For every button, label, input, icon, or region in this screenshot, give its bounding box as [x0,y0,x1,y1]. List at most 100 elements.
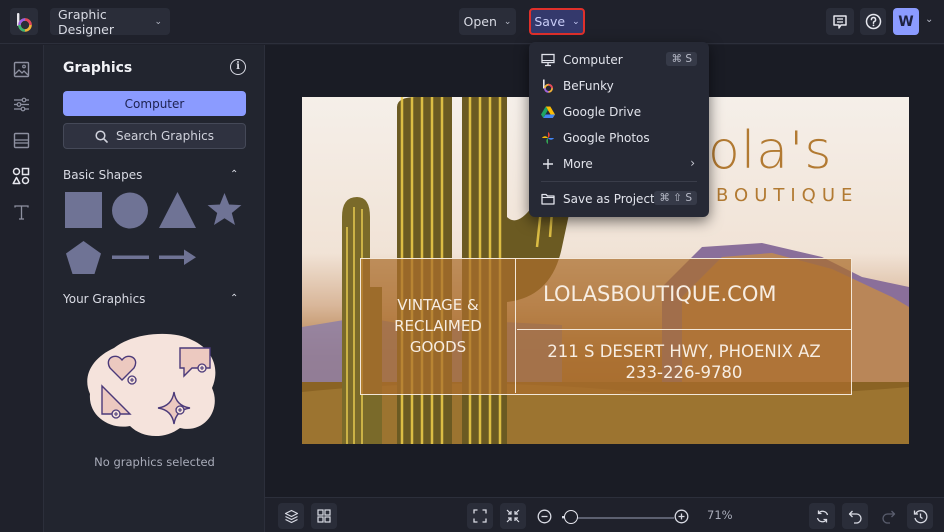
text-icon [13,204,29,220]
menu-item-label: Save as Project [563,192,655,206]
open-button[interactable]: Open ⌄ [459,8,516,35]
save-button[interactable]: Save ⌄ [529,8,585,35]
rail-item-customize[interactable] [10,93,32,115]
shape-pentagon[interactable] [65,240,102,276]
actual-size-button[interactable] [500,503,526,529]
shape-arrow[interactable] [159,248,196,266]
menu-item-label: Computer [563,53,623,67]
phone-text: 233-226-9780 [625,363,743,382]
menu-item-google-drive[interactable]: Google Drive [529,99,709,125]
sync-button[interactable] [809,503,835,529]
befunky-logo-icon [17,12,32,32]
address-text: 211 S DESERT HWY, PHOENIX AZ [547,342,821,361]
search-icon [95,129,108,143]
plus-icon [541,157,555,171]
chevron-down-icon: ⌄ [154,16,162,27]
fit-to-screen-button[interactable] [467,503,493,529]
upload-from-computer-button[interactable]: Computer [63,91,246,116]
avatar-initial: W [898,13,914,30]
menu-item-save-as-project[interactable]: Save as Project ⌘ ⇧ S [529,186,709,212]
brand-subtitle: BOUTIQUE [716,185,859,206]
history-button[interactable] [907,503,933,529]
expand-icon [473,509,487,523]
redo-button[interactable] [875,503,901,529]
project-type-dropdown[interactable]: Graphic Designer ⌄ [50,6,170,37]
monitor-icon [541,53,555,67]
project-type-label: Graphic Designer [58,6,114,37]
layout-icon [13,132,29,148]
befunky-icon [541,79,555,93]
open-label: Open [463,14,497,29]
tagline-line: RECLAIMED [394,316,482,335]
shortcut-badge: ⌘ S [666,52,697,66]
google-drive-icon [541,105,555,119]
undo-button[interactable] [842,503,868,529]
help-button[interactable] [860,8,886,35]
top-bar: Graphic Designer ⌄ Open ⌄ Save ⌄ W ⌄ [0,0,944,44]
menu-item-more[interactable]: More › [529,151,709,177]
search-graphics-label: Search Graphics [115,129,215,143]
graphics-panel: Graphics i Computer Search Graphics Basi… [44,45,265,532]
menu-item-computer[interactable]: Computer ⌘ S [529,47,709,73]
grid-icon [317,509,331,523]
undo-icon [848,510,862,524]
menu-item-label: Google Drive [563,105,642,119]
comment-button[interactable] [826,8,854,35]
user-avatar[interactable]: W [893,8,919,35]
app-logo-button[interactable] [10,8,38,35]
google-photos-icon [541,131,555,145]
shape-line[interactable] [112,250,149,264]
zoom-out-icon[interactable] [537,509,552,524]
layers-button[interactable] [278,503,304,529]
info-card: VINTAGE & RECLAIMED GOODS LOLASBOUTIQUE.… [360,258,852,395]
sliders-icon [13,97,29,111]
chevron-down-icon: ⌄ [572,16,580,27]
comment-icon [833,14,847,29]
empty-graphics-illustration [87,333,216,437]
info-icon[interactable]: i [230,59,246,75]
contact-block: 211 S DESERT HWY, PHOENIX AZ 233-226-978… [517,331,851,393]
help-icon [865,13,881,30]
zoom-slider-thumb[interactable] [563,510,578,524]
menu-item-label: Google Photos [563,131,650,145]
tagline-line: GOODS [409,337,467,356]
website-text: LOLASBOUTIQUE.COM [517,259,851,330]
your-graphics-heading: Your Graphics [63,292,146,306]
refresh-icon [816,510,828,522]
shrink-icon [506,509,520,523]
basic-shapes-heading: Basic Shapes [63,168,143,182]
bottom-toolbar: 71% [265,497,944,532]
zoom-in-icon[interactable] [674,509,689,524]
layers-icon [284,509,298,523]
menu-divider [541,181,697,182]
no-graphics-message: No graphics selected [94,455,215,469]
rail-item-image-manager[interactable] [10,58,32,80]
collapse-basic-shapes-icon[interactable]: ⌃ [230,169,238,180]
save-label: Save [534,14,566,29]
rail-item-layouts[interactable] [10,129,32,151]
grid-button[interactable] [311,503,337,529]
rail-item-graphics[interactable] [10,165,32,187]
zoom-percentage: 71% [707,508,733,522]
menu-item-label: BeFunky [563,79,614,93]
account-chevron-down-icon[interactable]: ⌄ [925,14,933,25]
shape-square[interactable] [65,192,102,229]
shape-triangle[interactable] [159,192,196,229]
menu-item-google-photos[interactable]: Google Photos [529,125,709,151]
search-graphics-button[interactable]: Search Graphics [63,123,246,149]
tool-rail [0,45,44,532]
menu-item-befunky[interactable]: BeFunky [529,73,709,99]
tagline-block: VINTAGE & RECLAIMED GOODS [361,259,516,393]
zoom-slider-track[interactable] [562,517,674,519]
collapse-your-graphics-icon[interactable]: ⌃ [230,293,238,304]
shortcut-badge: ⌘ ⇧ S [654,191,697,205]
redo-icon [881,510,895,524]
shape-star[interactable] [206,192,243,229]
image-icon [13,61,29,77]
shape-circle[interactable] [111,192,149,229]
panel-title: Graphics [63,60,133,76]
chevron-right-icon: › [690,156,695,170]
history-icon [913,509,927,523]
menu-item-label: More [563,157,593,171]
rail-item-text[interactable] [10,201,32,223]
